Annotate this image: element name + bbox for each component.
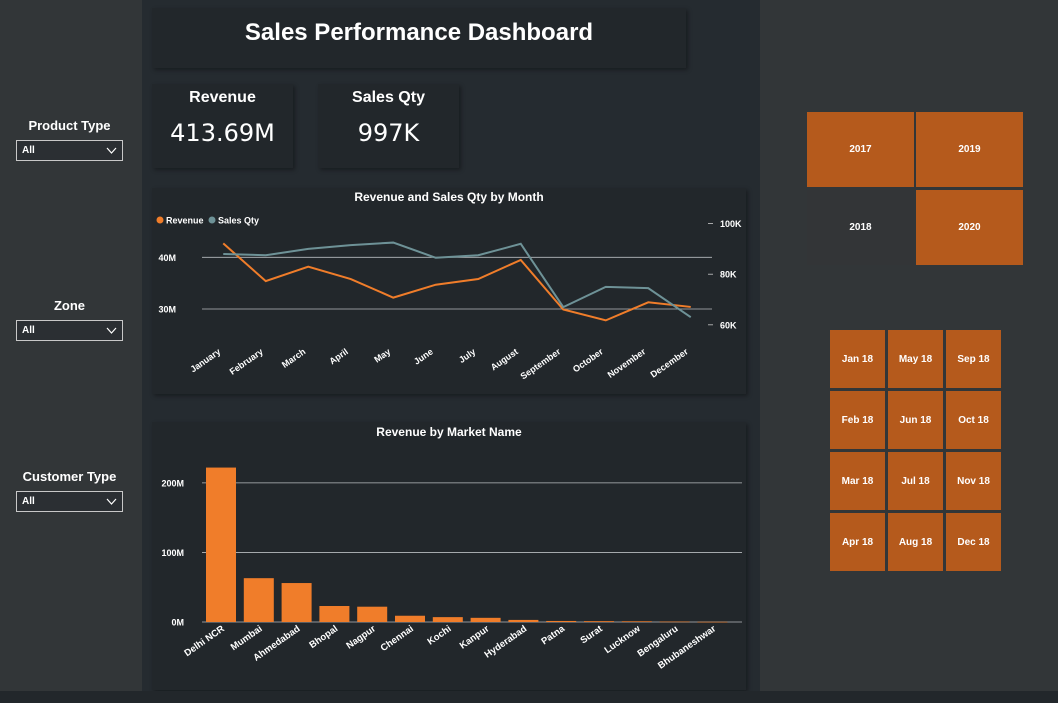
customer-type-label: Customer Type bbox=[22, 469, 117, 484]
revenue-by-market-chart-card[interactable]: Revenue by Market Name 0M 100M 200M Delhi N… bbox=[152, 422, 746, 690]
month-tile-apr-18[interactable]: Apr 18 bbox=[830, 513, 885, 571]
x-tick-label: September bbox=[519, 346, 563, 381]
year-tile-2019[interactable]: 2019 bbox=[916, 112, 1023, 187]
y-tick-label: 100M bbox=[161, 548, 184, 558]
bar-bhubaneshwar bbox=[697, 621, 728, 623]
chevron-down-icon bbox=[106, 147, 117, 154]
sales-qty-kpi-value: 997K bbox=[357, 119, 420, 147]
title-card: Sales Performance Dashboard bbox=[152, 8, 686, 68]
x-tick-label: January bbox=[188, 346, 222, 374]
sales-qty-kpi-card[interactable]: Sales Qty 997K bbox=[318, 84, 459, 168]
y-right-tick-label: 80K bbox=[720, 270, 737, 280]
year-tile-2017[interactable]: 2017 bbox=[807, 112, 914, 187]
y-tick-label: 0M bbox=[171, 618, 184, 628]
month-tile-jun-18[interactable]: Jun 18 bbox=[888, 391, 943, 449]
bar-kanpur bbox=[470, 617, 501, 622]
filter-panel: Product Type All Zone All Customer Type … bbox=[0, 0, 142, 691]
x-tick-label: April bbox=[327, 346, 350, 366]
month-tile-feb-18[interactable]: Feb 18 bbox=[830, 391, 885, 449]
revenue-kpi-value: 413.69M bbox=[170, 119, 275, 147]
series-line-sales-qty bbox=[223, 241, 692, 319]
bar-nagpur bbox=[357, 606, 388, 622]
y-tick-label: 200M bbox=[161, 478, 184, 488]
chevron-down-icon bbox=[106, 327, 117, 334]
x-tick-label: July bbox=[457, 346, 477, 365]
bar-mumbai bbox=[243, 578, 274, 622]
customer-type-value: All bbox=[22, 496, 35, 507]
sales-qty-kpi-label: Sales Qty bbox=[352, 89, 425, 106]
month-tile-oct-18[interactable]: Oct 18 bbox=[946, 391, 1001, 449]
year-tile-2020[interactable]: 2020 bbox=[916, 190, 1023, 265]
bar-bengaluru bbox=[659, 621, 690, 623]
year-tile-2018[interactable]: 2018 bbox=[807, 190, 914, 265]
zone-value: All bbox=[22, 325, 35, 336]
x-tick-label: Chennai bbox=[379, 623, 416, 654]
x-tick-label: October bbox=[571, 346, 605, 374]
chevron-down-icon bbox=[106, 498, 117, 505]
customer-type-slicer: Customer Type All bbox=[16, 469, 123, 512]
x-tick-label: Kochi bbox=[426, 623, 454, 647]
x-tick-label: June bbox=[412, 346, 435, 366]
month-tile-aug-18[interactable]: Aug 18 bbox=[888, 513, 943, 571]
legend-label-revenue: Revenue bbox=[166, 216, 204, 226]
x-tick-label: December bbox=[649, 346, 691, 379]
revenue-kpi-card[interactable]: Revenue 413.69M bbox=[152, 84, 293, 168]
product-type-dropdown[interactable]: All bbox=[16, 140, 123, 161]
y-right-tick-label: 60K bbox=[720, 320, 737, 330]
bottom-strip bbox=[0, 691, 1058, 703]
customer-type-dropdown[interactable]: All bbox=[16, 491, 123, 512]
month-tile-jul-18[interactable]: Jul 18 bbox=[888, 452, 943, 510]
bar-patna bbox=[546, 620, 577, 622]
month-tile-mar-18[interactable]: Mar 18 bbox=[830, 452, 885, 510]
x-tick-label: Patna bbox=[539, 623, 567, 647]
zone-dropdown[interactable]: All bbox=[16, 320, 123, 341]
x-tick-label: May bbox=[372, 346, 392, 364]
x-tick-label: Nagpur bbox=[344, 623, 378, 651]
bar-delhi-ncr bbox=[206, 467, 236, 622]
bar-kochi bbox=[432, 617, 463, 622]
bar-bhopal bbox=[319, 606, 350, 622]
y-left-tick-label: 40M bbox=[158, 253, 176, 263]
x-tick-label: February bbox=[228, 346, 265, 376]
x-tick-label: Kanpur bbox=[458, 623, 492, 651]
bar-surat bbox=[584, 621, 614, 622]
zone-label: Zone bbox=[53, 298, 86, 313]
legend-marker-revenue bbox=[156, 216, 164, 224]
x-tick-label: November bbox=[606, 346, 648, 380]
bar-ahmedabad bbox=[281, 583, 312, 622]
legend-label-sales-qty: Sales Qty bbox=[218, 216, 259, 226]
month-tile-may-18[interactable]: May 18 bbox=[888, 330, 943, 388]
bar-hyderabad bbox=[508, 619, 539, 622]
product-type-label: Product Type bbox=[28, 118, 111, 133]
month-tile-nov-18[interactable]: Nov 18 bbox=[946, 452, 1001, 510]
month-tile-dec-18[interactable]: Dec 18 bbox=[946, 513, 1001, 571]
revenue-qty-line-chart-card[interactable]: Revenue and Sales Qty by Month Revenue Sa… bbox=[152, 188, 746, 394]
x-tick-label: Hyderabad bbox=[483, 623, 530, 660]
product-type-value: All bbox=[22, 145, 35, 156]
y-right-tick-label: 100K bbox=[720, 219, 742, 229]
revenue-qty-line-chart[interactable]: Revenue Sales Qty 30M 40M 60K 80K 100K January F… bbox=[152, 188, 746, 394]
x-tick-label: Delhi NCR bbox=[182, 623, 226, 659]
page-title: Sales Performance Dashboard bbox=[244, 19, 594, 46]
date-slicer-panel: 2017 2019 2018 2020 Jan 18 May 18 Sep 18 Feb 1… bbox=[760, 0, 1058, 691]
revenue-by-market-bar-chart[interactable]: 0M100M200MDelhi NCR MumbaiAhmedabad Bhopal… bbox=[152, 422, 746, 690]
month-tile-sep-18[interactable]: Sep 18 bbox=[946, 330, 1001, 388]
bar-chennai bbox=[395, 615, 425, 622]
bar-lucknow bbox=[621, 621, 652, 622]
revenue-kpi-label: Revenue bbox=[189, 89, 256, 106]
x-tick-label: March bbox=[280, 346, 307, 369]
x-tick-label: August bbox=[489, 346, 520, 372]
product-type-slicer: Product Type All bbox=[16, 118, 123, 161]
x-tick-label: Surat bbox=[579, 623, 606, 646]
y-left-tick-label: 30M bbox=[158, 305, 176, 315]
legend-marker-sales-qty bbox=[208, 216, 216, 224]
zone-slicer: Zone All bbox=[16, 298, 123, 341]
month-tile-jan-18[interactable]: Jan 18 bbox=[830, 330, 885, 388]
x-tick-label: Bhopal bbox=[307, 623, 340, 650]
